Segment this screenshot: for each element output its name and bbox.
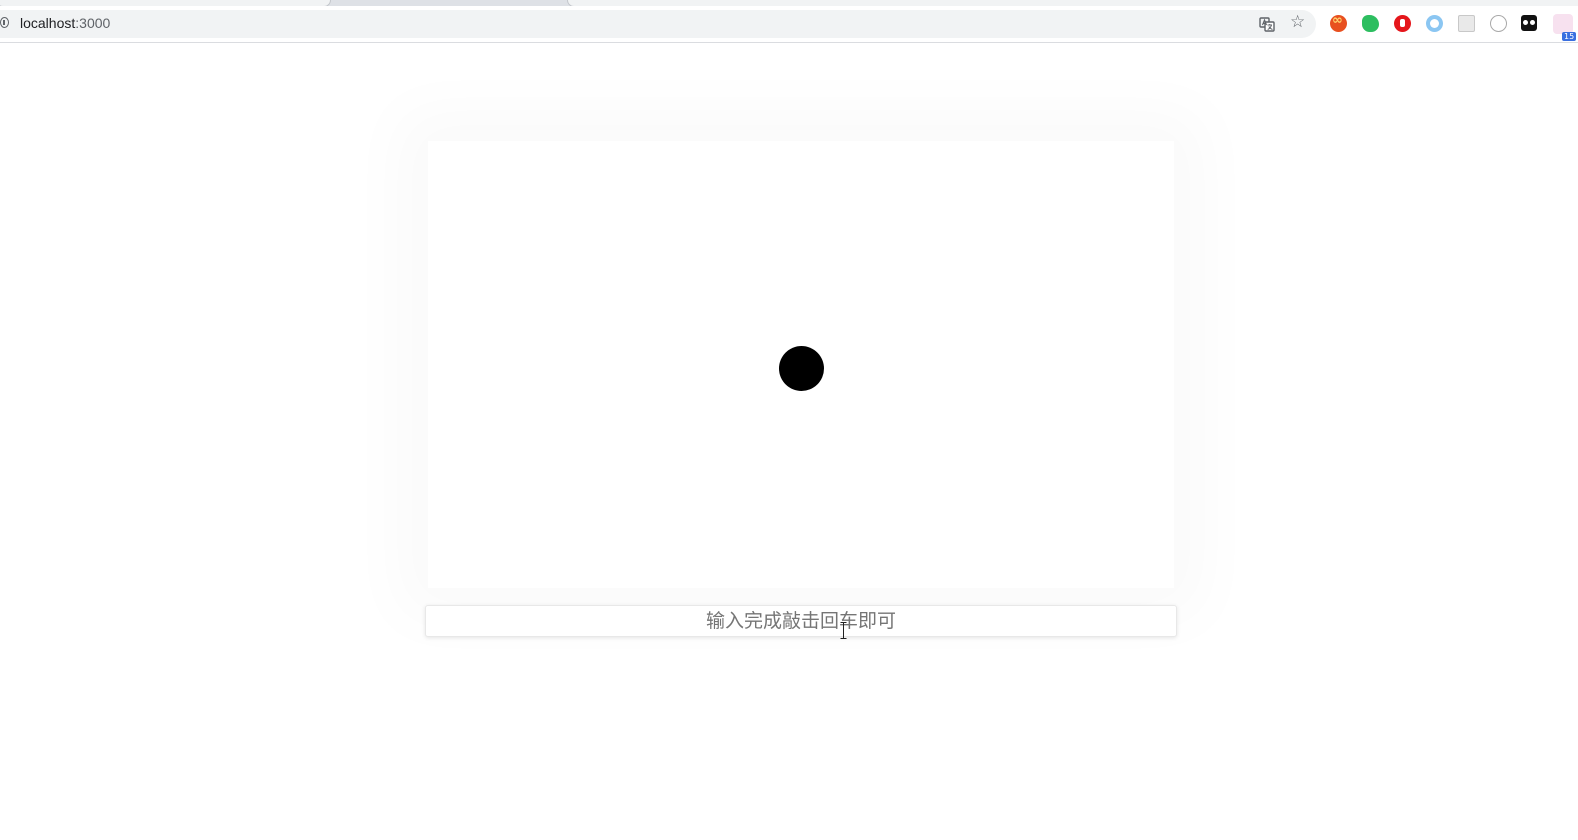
- extension-badge: 15: [1562, 32, 1577, 41]
- browser-toolbar: localhost:3000 ☆ 15: [0, 6, 1578, 43]
- evernote-icon[interactable]: [1362, 15, 1379, 32]
- infinity-extension-icon[interactable]: [1330, 13, 1347, 32]
- canvas-card: [428, 141, 1174, 588]
- info-icon[interactable]: [0, 17, 9, 28]
- calendar-extension-icon[interactable]: [1553, 14, 1573, 34]
- ball: [779, 346, 824, 391]
- tampermonkey-icon[interactable]: [1521, 15, 1537, 31]
- adblock-icon[interactable]: [1394, 15, 1411, 32]
- url-text[interactable]: localhost:3000: [20, 15, 110, 31]
- clock-extension-icon[interactable]: [1490, 15, 1507, 32]
- url-host: localhost: [20, 15, 76, 31]
- address-bar[interactable]: [0, 10, 1316, 38]
- star-icon[interactable]: ☆: [1290, 14, 1306, 31]
- grid-extension-icon[interactable]: [1458, 15, 1475, 32]
- text-cursor-icon: [840, 622, 847, 639]
- drawing-canvas[interactable]: [428, 141, 1174, 588]
- circle-extension-icon[interactable]: [1426, 15, 1443, 32]
- url-port: :3000: [75, 15, 111, 31]
- command-input[interactable]: [425, 605, 1177, 637]
- translate-icon[interactable]: [1259, 16, 1275, 32]
